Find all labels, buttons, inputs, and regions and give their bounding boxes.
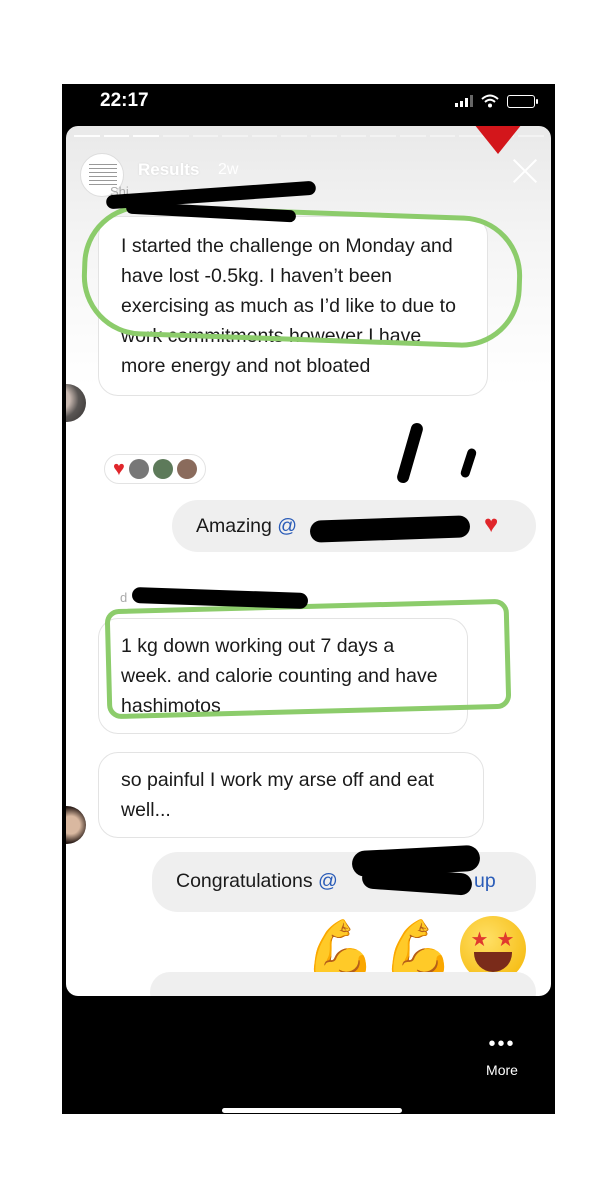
redaction-mark <box>131 586 309 610</box>
battery-icon <box>507 94 538 108</box>
close-icon[interactable] <box>512 158 538 184</box>
more-label: More <box>486 1062 518 1078</box>
cellular-signal-icon <box>455 95 473 107</box>
status-time: 22:17 <box>100 90 149 111</box>
highlight-annotation <box>79 202 525 350</box>
avatar <box>152 459 173 479</box>
mention-link[interactable]: @ <box>318 870 338 892</box>
avatar <box>176 459 197 479</box>
status-bar: 22:17 <box>62 84 555 124</box>
home-indicator <box>222 1108 402 1113</box>
more-dots-icon: ••• <box>488 1033 516 1055</box>
story-view[interactable]: Results 2w Shi I started the challenge o… <box>66 126 551 996</box>
mention-link[interactable]: @ <box>277 515 297 537</box>
status-icons <box>455 92 538 110</box>
highlight-annotation <box>104 598 512 720</box>
avatar[interactable] <box>66 806 86 844</box>
phone-screen: 22:17 Results 2w Shi I started the chall… <box>62 84 555 1114</box>
heart-icon: ♥ <box>484 511 499 538</box>
heart-badge-icon <box>474 126 522 154</box>
avatar <box>128 459 149 479</box>
story-title: Results <box>138 160 200 179</box>
wifi-icon <box>481 94 499 108</box>
mention-tail: up <box>474 870 496 892</box>
message-reactions[interactable]: ♥ <box>104 454 206 484</box>
message-text: Amazing <box>196 515 278 537</box>
heart-icon: ♥ <box>113 458 125 480</box>
message-bubble-outgoing <box>150 972 536 996</box>
message-text: Congratulations <box>176 870 319 892</box>
bottom-bar: ••• More <box>62 996 555 1114</box>
sender-name: d <box>120 590 128 605</box>
more-button[interactable]: ••• More <box>472 1034 532 1078</box>
redaction-mark <box>395 421 425 485</box>
avatar[interactable] <box>66 384 86 422</box>
redaction-mark <box>459 447 478 479</box>
story-age: 2w <box>218 161 239 178</box>
message-bubble: so painful I work my arse off and eat we… <box>98 752 484 838</box>
